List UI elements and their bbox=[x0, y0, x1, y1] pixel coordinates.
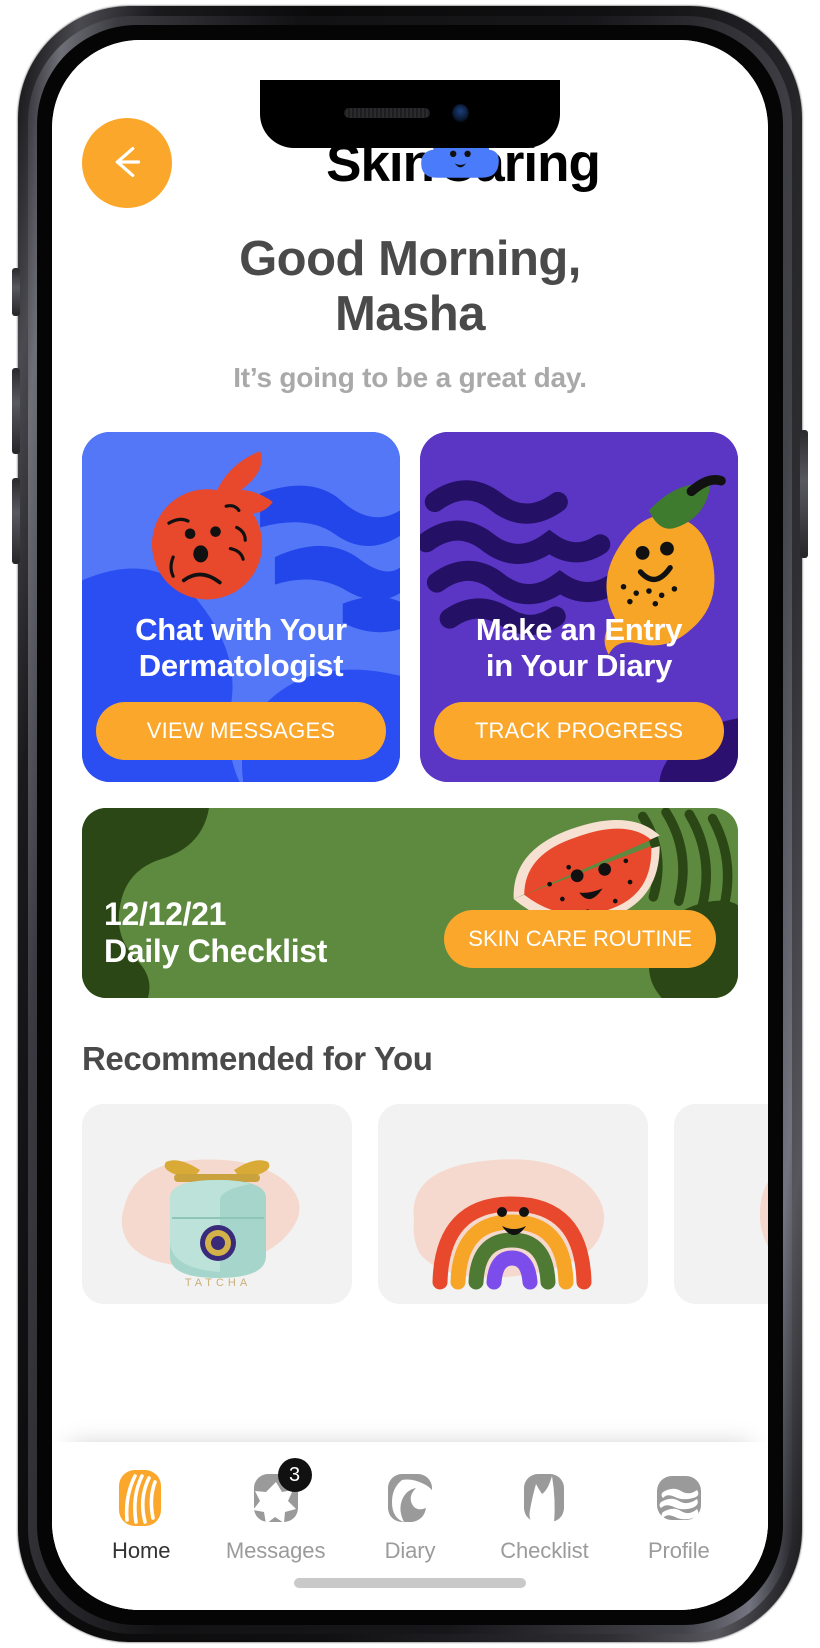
skincare-jar-product: TATCHA bbox=[82, 1103, 352, 1304]
track-progress-button[interactable]: TRACK PROGRESS bbox=[434, 701, 724, 760]
skin-care-routine-button[interactable]: SKIN CARE ROUTINE bbox=[444, 909, 716, 968]
card-chat-title-line2: Dermatologist bbox=[138, 647, 344, 683]
volume-up-button[interactable] bbox=[12, 368, 20, 454]
product-card-rainbow[interactable] bbox=[378, 1103, 648, 1304]
card-diary-title: Make an Entry in Your Diary bbox=[434, 612, 724, 684]
messages-badge: 3 bbox=[277, 1458, 312, 1492]
profile-waves-icon bbox=[649, 1468, 709, 1528]
silent-switch[interactable] bbox=[12, 268, 20, 316]
card-diary-entry[interactable]: Make an Entry in Your Diary TRACK PROGRE… bbox=[420, 431, 738, 782]
screenshot-root: Skin Caring Good Morning, Masha It’s goi… bbox=[0, 0, 820, 1648]
card-diary-title-line1: Make an Entry bbox=[475, 611, 683, 647]
svg-text:TATCHA: TATCHA bbox=[185, 1277, 251, 1289]
scroll-content[interactable]: Skin Caring Good Morning, Masha It’s goi… bbox=[52, 40, 768, 1442]
home-waves-icon bbox=[111, 1468, 171, 1528]
earpiece-speaker-icon bbox=[344, 108, 430, 118]
diary-swirl-icon bbox=[380, 1468, 440, 1528]
tab-checklist[interactable]: Checklist bbox=[477, 1468, 611, 1564]
greeting-subtitle: It’s going to be a great day. bbox=[233, 361, 587, 393]
tab-diary-label: Diary bbox=[384, 1538, 436, 1563]
view-messages-button[interactable]: VIEW MESSAGES bbox=[96, 701, 386, 760]
tab-profile-label: Profile bbox=[647, 1538, 710, 1563]
tab-home-label: Home bbox=[112, 1538, 171, 1563]
checklist-text: 12/12/21 Daily Checklist bbox=[104, 896, 327, 970]
product-partial bbox=[674, 1103, 768, 1304]
home-indicator[interactable] bbox=[294, 1578, 526, 1588]
phone-screen: Skin Caring Good Morning, Masha It’s goi… bbox=[52, 40, 768, 1610]
card-daily-checklist[interactable]: 12/12/21 Daily Checklist SKIN CARE ROUTI… bbox=[82, 807, 738, 998]
volume-down-button[interactable] bbox=[12, 478, 20, 564]
checklist-leaf-icon bbox=[514, 1468, 574, 1528]
checklist-date: 12/12/21 bbox=[104, 896, 227, 933]
card-chat-title-line1: Chat with Your bbox=[135, 611, 347, 647]
star-chat-icon: 3 bbox=[246, 1458, 312, 1528]
device-notch bbox=[260, 80, 560, 148]
bottom-navigation: Home 3 Messages Diary Checklist Profile bbox=[52, 1442, 768, 1610]
greeting-line-2: Masha bbox=[334, 286, 486, 341]
tab-messages[interactable]: 3 Messages bbox=[208, 1458, 342, 1564]
card-diary-title-line2: in Your Diary bbox=[485, 647, 673, 683]
back-button[interactable] bbox=[82, 118, 172, 208]
recommended-list[interactable]: TATCHA bbox=[82, 1103, 768, 1304]
checklist-label: Daily Checklist bbox=[104, 932, 328, 969]
power-button[interactable] bbox=[800, 430, 808, 558]
card-chat-title: Chat with Your Dermatologist bbox=[96, 612, 386, 684]
recommended-section-title: Recommended for You bbox=[82, 1039, 433, 1077]
card-chat-dermatologist[interactable]: Chat with Your Dermatologist VIEW MESSAG… bbox=[82, 431, 400, 782]
front-camera-icon bbox=[452, 104, 469, 122]
tab-diary[interactable]: Diary bbox=[343, 1468, 477, 1564]
feature-cards-row: Chat with Your Dermatologist VIEW MESSAG… bbox=[82, 431, 738, 782]
app-container: Skin Caring Good Morning, Masha It’s goi… bbox=[52, 40, 768, 1610]
arrow-left-icon bbox=[104, 139, 150, 188]
product-card-jar[interactable]: TATCHA bbox=[82, 1103, 352, 1304]
smiling-rainbow-illustration bbox=[378, 1103, 648, 1304]
tab-messages-label: Messages bbox=[225, 1538, 326, 1563]
checklist-body: 12/12/21 Daily Checklist SKIN CARE ROUTI… bbox=[82, 896, 738, 998]
tab-checklist-label: Checklist bbox=[500, 1538, 589, 1563]
page-title: Good Morning, Masha bbox=[82, 232, 738, 342]
tab-home[interactable]: Home bbox=[74, 1468, 208, 1564]
greeting-line-1: Good Morning, bbox=[239, 232, 581, 286]
tab-profile[interactable]: Profile bbox=[612, 1468, 746, 1564]
product-card-partial[interactable] bbox=[674, 1103, 768, 1304]
